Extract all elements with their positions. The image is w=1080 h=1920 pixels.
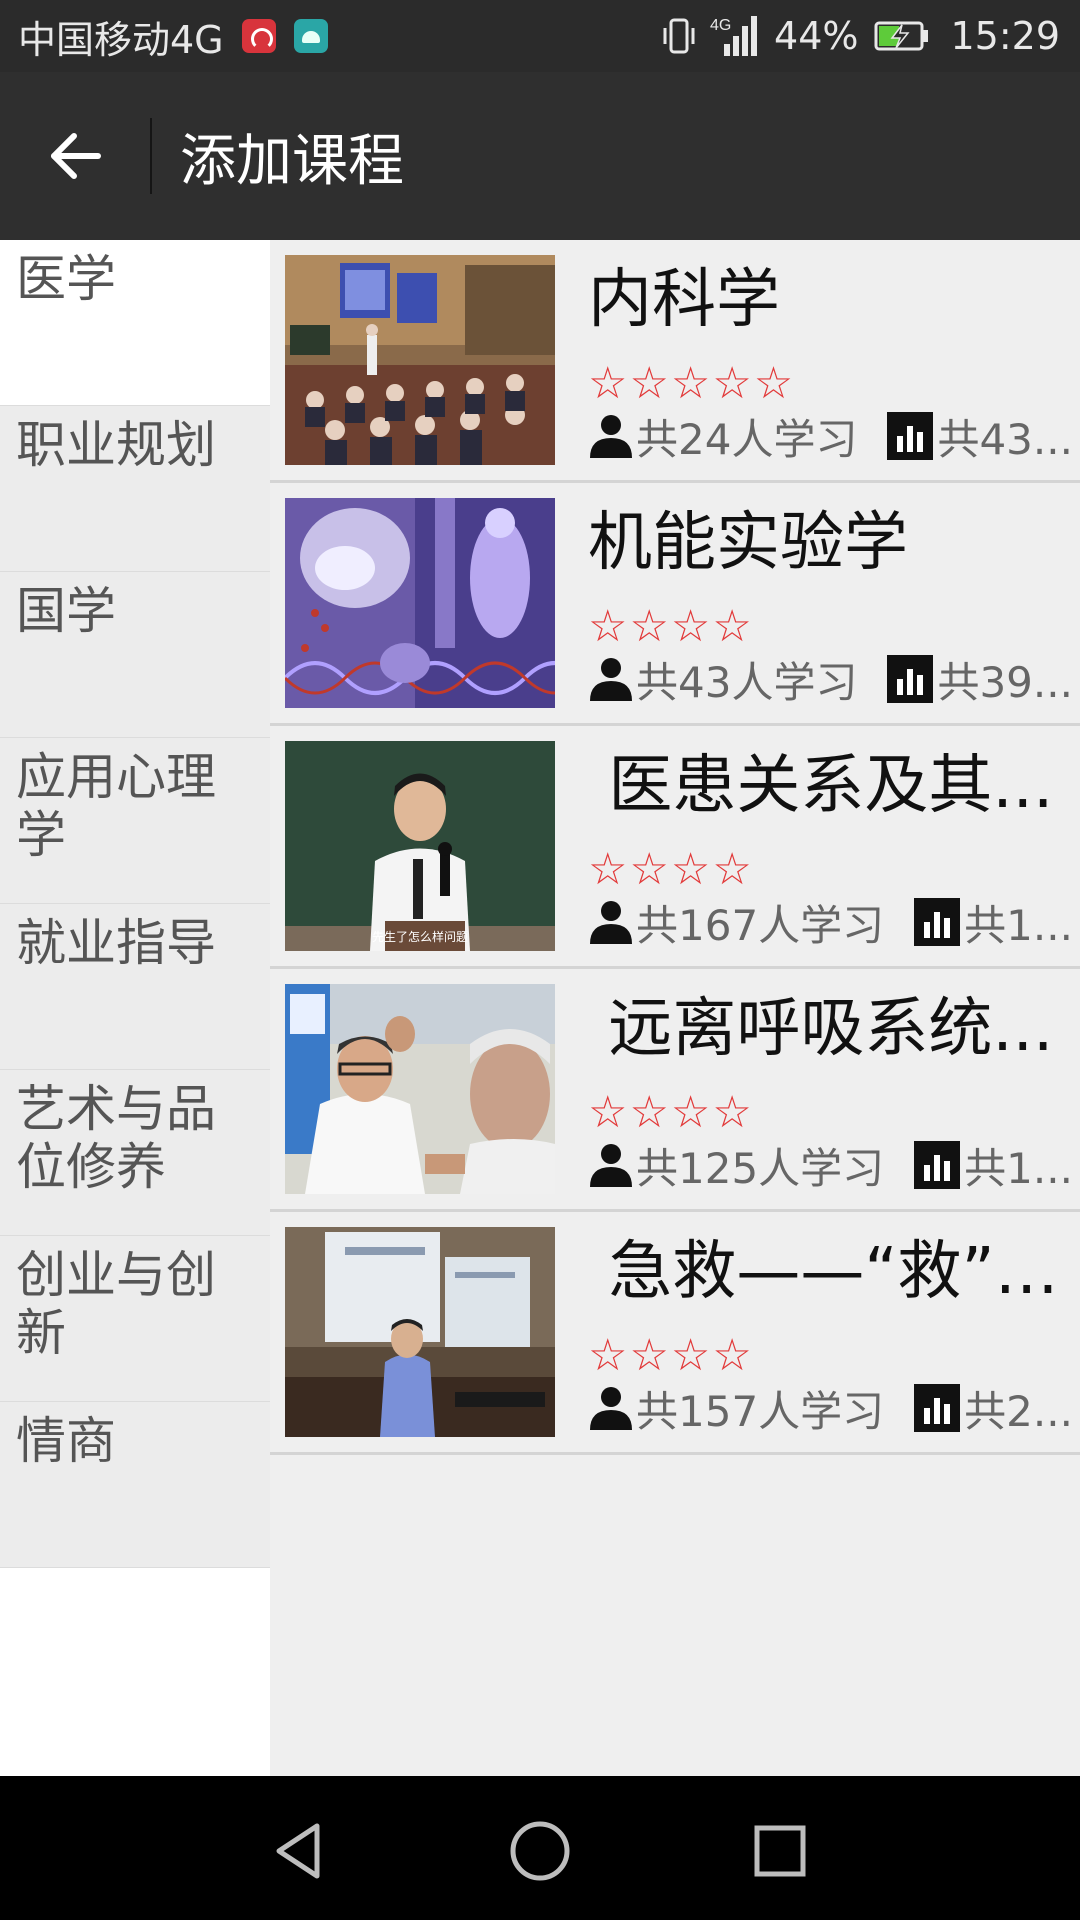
category-item-career-planning[interactable]: 职业规划 (0, 406, 270, 572)
bar-chart-icon (887, 655, 934, 703)
learner-count: 共24人学习 (636, 414, 858, 464)
back-button[interactable] (0, 72, 150, 240)
course-thumbnail[interactable] (285, 1227, 555, 1437)
star-rating: ☆☆☆☆ (588, 1087, 754, 1138)
bar-chart-icon (887, 412, 934, 460)
course-meta: 共43人学习 共39... (588, 651, 1078, 707)
course-row[interactable]: 机能实验学 ☆☆☆☆ 共43人学习 共39... (270, 483, 1080, 726)
course-row[interactable]: 内科学 ☆☆☆☆☆ 共24人学习 共43... (270, 240, 1080, 483)
status-right: 4G 44% 15:29 (662, 0, 1060, 72)
category-item-sinology[interactable]: 国学 (0, 572, 270, 738)
app-header: 添加课程 (0, 72, 1080, 240)
category-list: 医学 职业规划 国学 应用心理学 就业指导 艺术与品位修养 创业与创新 情商 (0, 240, 270, 1776)
lesson-count: 共43... (937, 414, 1073, 464)
course-title: 医患关系及其... (588, 749, 1054, 823)
bar-chart-icon (914, 1141, 961, 1189)
clock: 15:29 (950, 14, 1060, 58)
learner-count: 共167人学习 (636, 900, 885, 950)
course-row[interactable]: 急救——“救”在... ☆☆☆☆ 共157人学习 共2... (270, 1212, 1080, 1455)
lesson-count: 共1... (964, 1143, 1073, 1193)
square-recents-icon[interactable] (745, 1816, 815, 1886)
course-title: 远离呼吸系统... (588, 992, 1054, 1066)
course-meta: 共167人学习 共1... (588, 894, 1078, 950)
signal-icon: 4G (710, 16, 758, 56)
page-title: 添加课程 (180, 128, 404, 194)
star-rating: ☆☆☆☆ (588, 1330, 754, 1381)
video-subtitle: 先生了怎么样问题 (372, 929, 468, 944)
course-thumbnail[interactable]: 先生了怎么样问题 (285, 741, 555, 951)
course-title: 急救——“救”在... (588, 1235, 1068, 1309)
star-rating: ☆☆☆☆☆ (588, 358, 796, 409)
course-meta: 共125人学习 共1... (588, 1137, 1078, 1193)
learner-count: 共43人学习 (636, 657, 858, 707)
circle-home-icon[interactable] (505, 1816, 575, 1886)
star-rating: ☆☆☆☆ (588, 844, 754, 895)
star-rating: ☆☆☆☆ (588, 601, 754, 652)
person-icon (590, 901, 632, 944)
course-meta: 共24人学习 共43... (588, 408, 1078, 464)
person-icon (590, 658, 632, 701)
network-type-label: 4G (710, 17, 731, 34)
arrow-left-icon (51, 133, 101, 179)
category-item-art-cultivation[interactable]: 艺术与品位修养 (0, 1070, 270, 1236)
lesson-count: 共1... (964, 900, 1073, 950)
battery-percent: 44% (774, 14, 859, 58)
course-thumbnail[interactable] (285, 255, 555, 465)
huawei-app-icon (241, 19, 276, 53)
learner-count: 共157人学习 (636, 1386, 885, 1436)
course-row[interactable]: 远离呼吸系统... ☆☆☆☆ 共125人学习 共1... (270, 969, 1080, 1212)
system-nav-bar (0, 1776, 1080, 1920)
person-icon (590, 1387, 632, 1430)
android-app-icon (293, 19, 328, 53)
person-icon (590, 415, 632, 458)
lesson-count: 共2... (964, 1386, 1073, 1436)
learner-count: 共125人学习 (636, 1143, 885, 1193)
carrier-label: 中国移动4G (18, 17, 224, 62)
course-thumbnail[interactable] (285, 498, 555, 708)
triangle-back-icon[interactable] (265, 1816, 335, 1886)
category-item-applied-psychology[interactable]: 应用心理学 (0, 738, 270, 904)
header-divider (150, 118, 152, 194)
course-row[interactable]: 先生了怎么样问题 医患关系及其... ☆☆☆☆ 共167人学习 共1... (270, 726, 1080, 969)
course-meta: 共157人学习 共2... (588, 1380, 1078, 1436)
category-item-medicine[interactable]: 医学 (0, 240, 270, 406)
course-title: 内科学 (588, 263, 780, 337)
bar-chart-icon (914, 1384, 961, 1432)
battery-charging-icon (874, 21, 929, 51)
bar-chart-icon (914, 898, 961, 946)
vibrate-icon (663, 18, 695, 54)
person-icon (590, 1144, 632, 1187)
course-thumbnail[interactable] (285, 984, 555, 1194)
category-item-employment-guidance[interactable]: 就业指导 (0, 904, 270, 1070)
lesson-count: 共39... (937, 657, 1073, 707)
status-bar: 中国移动4G 4G 44% 15:29 (0, 0, 1080, 72)
category-item-entrepreneurship[interactable]: 创业与创新 (0, 1236, 270, 1402)
course-title: 机能实验学 (588, 506, 908, 580)
category-item-eq[interactable]: 情商 (0, 1402, 270, 1568)
course-list: 内科学 ☆☆☆☆☆ 共24人学习 共43... 机能实验学 ☆☆☆☆ 共43人学… (270, 240, 1080, 1776)
screen: 中国移动4G 4G 44% 15:29 添加课程 医学 职业规划 国学 应用心理… (0, 0, 1080, 1920)
